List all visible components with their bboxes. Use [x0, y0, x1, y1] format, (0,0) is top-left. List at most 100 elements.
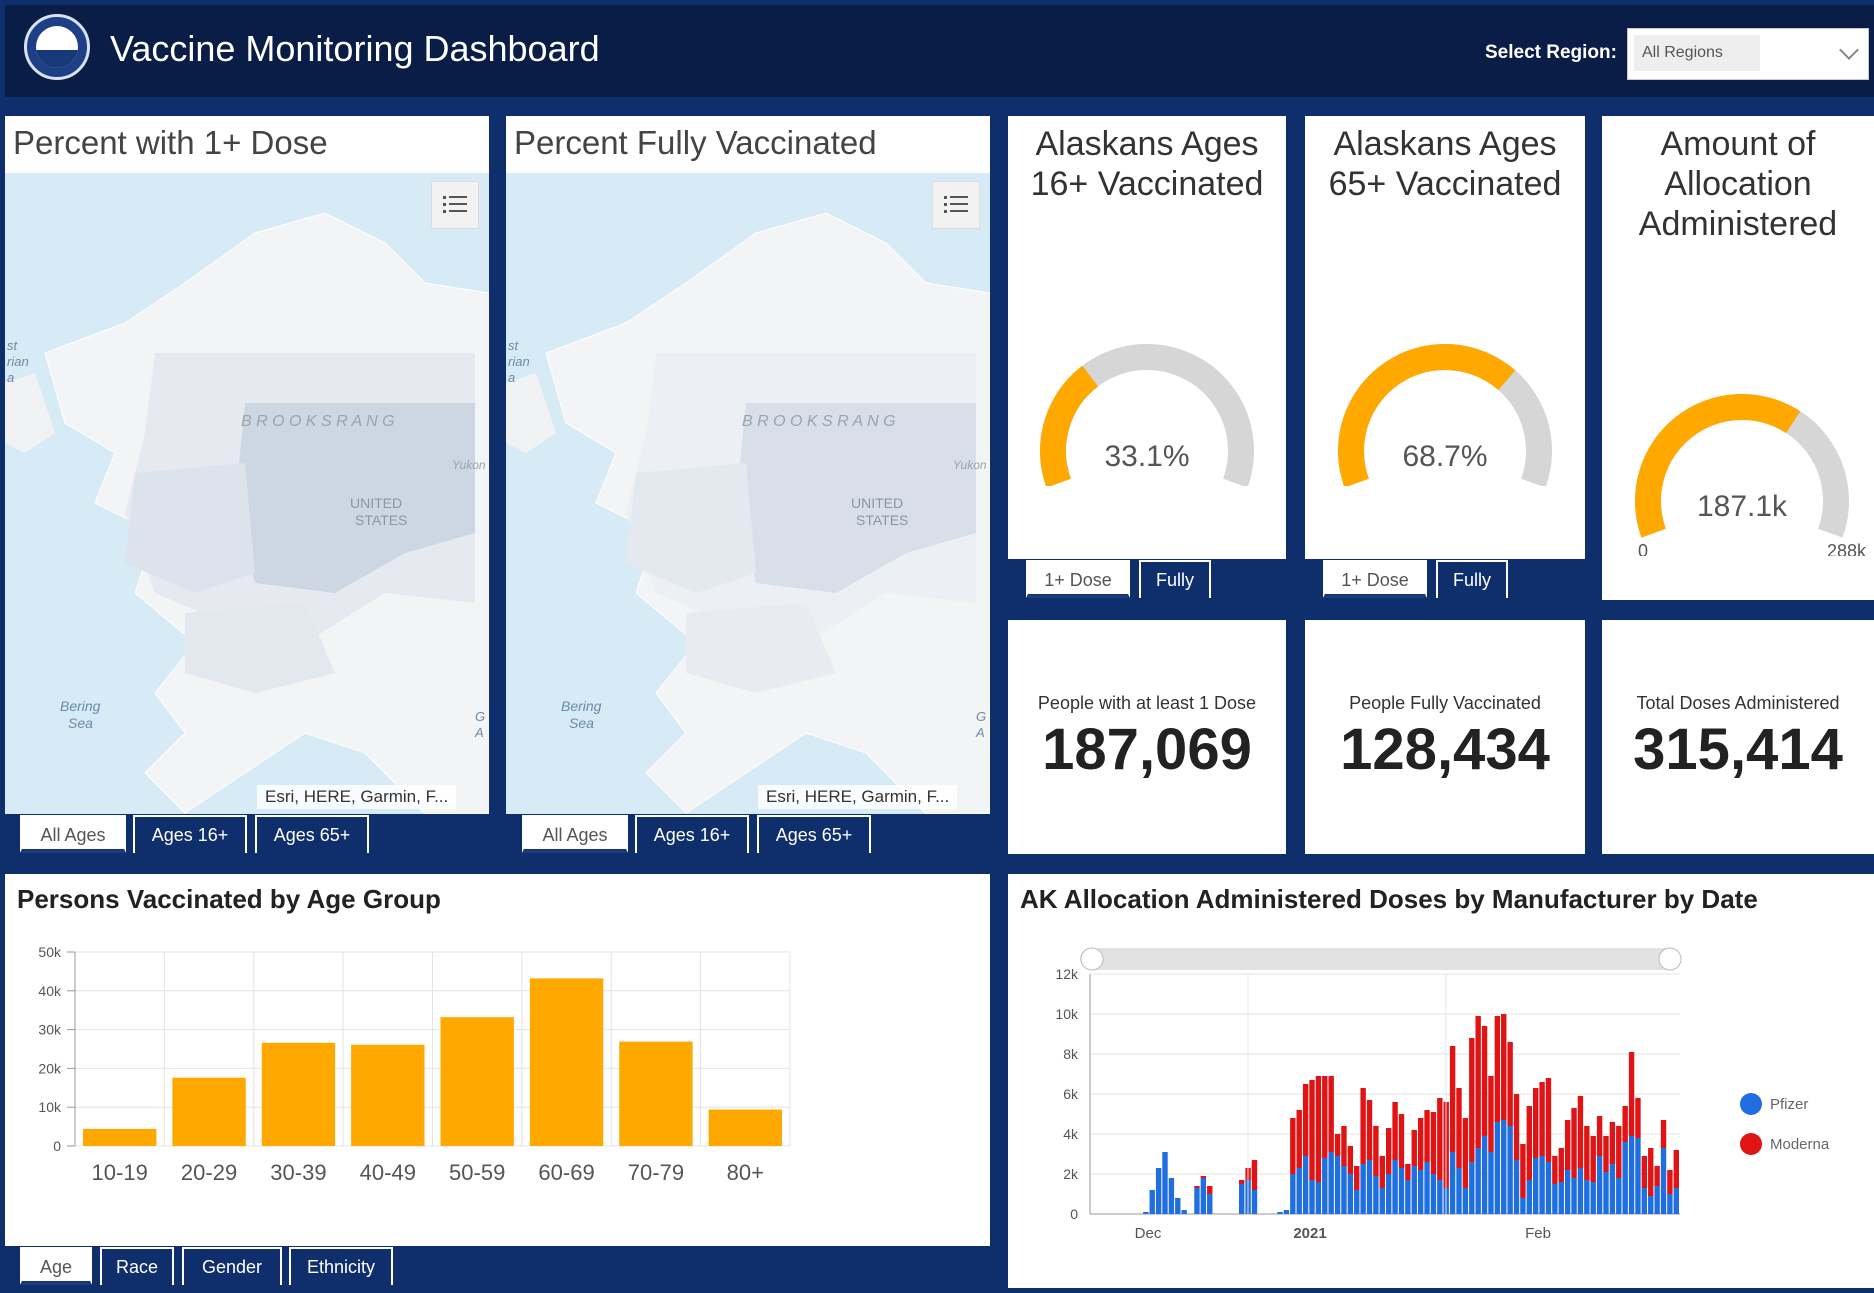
bar-moderna: [1469, 1038, 1475, 1162]
y-tick-label: 8k: [1063, 1046, 1079, 1062]
gauge-panel-16plus: Alaskans Ages 16+ Vaccinated 33.1%: [1008, 116, 1286, 559]
kpi-label: People with at least 1 Dose: [1037, 693, 1257, 713]
map-label-bering: Bering: [60, 698, 101, 714]
bar-pfizer: [1168, 1178, 1175, 1214]
bar-pfizer: [1513, 1160, 1520, 1214]
legend-list-icon[interactable]: [932, 181, 980, 229]
bar-moderna: [1513, 1094, 1520, 1160]
map-label-g: G: [976, 709, 986, 724]
map-label-g: G: [475, 709, 485, 724]
map-label-east: st: [508, 338, 520, 353]
bar-moderna: [1635, 1098, 1641, 1138]
bar-pfizer: [1194, 1188, 1200, 1214]
map-attribution[interactable]: Esri, HERE, Garmin, F...: [257, 785, 457, 809]
bar-moderna: [1558, 1148, 1564, 1182]
bar-moderna: [1654, 1166, 1660, 1186]
bar-pfizer: [1251, 1190, 1258, 1214]
bar-pfizer: [1596, 1156, 1603, 1214]
chevron-down-icon: [1839, 40, 1859, 60]
chart-title: AK Allocation Administered Doses by Manu…: [1020, 884, 1758, 914]
bar-pfizer: [1405, 1180, 1411, 1214]
bar-moderna: [1411, 1130, 1417, 1166]
map-label-us: UNITED: [350, 495, 402, 511]
bar-pfizer: [1660, 1148, 1667, 1214]
bar-moderna: [1449, 1046, 1456, 1152]
bar-moderna: [1347, 1146, 1354, 1174]
kpi-label: People Fully Vaccinated: [1349, 693, 1541, 713]
map-label-east: st: [7, 338, 19, 353]
bar-pfizer: [1488, 1152, 1494, 1214]
bar: [529, 978, 604, 1146]
bar-pfizer: [1309, 1180, 1315, 1214]
bar-moderna: [1596, 1116, 1603, 1156]
bar-pfizer: [1424, 1162, 1430, 1214]
range-slider-track: [1080, 948, 1680, 970]
bar-moderna: [1533, 1088, 1539, 1158]
map-label-siberian: rian: [508, 354, 530, 369]
bar-pfizer: [1449, 1152, 1456, 1214]
tab-fully[interactable]: Fully: [1139, 560, 1211, 598]
state-seal-logo: [24, 14, 90, 80]
tab-all-ages[interactable]: All Ages: [20, 815, 126, 853]
bar-moderna: [1456, 1088, 1462, 1168]
bar-moderna: [1622, 1106, 1628, 1142]
map-label-a: a: [508, 370, 515, 385]
bar-moderna: [1315, 1076, 1322, 1182]
bar-moderna: [1239, 1180, 1245, 1184]
range-slider-handle-left: [1080, 947, 1104, 971]
bar-moderna: [1379, 1156, 1385, 1188]
bar: [708, 1109, 782, 1146]
legend-list-icon[interactable]: [431, 181, 479, 229]
gauge-chart: 33.1%: [1040, 344, 1254, 486]
tab-ages-65[interactable]: Ages 65+: [757, 815, 871, 853]
tab-gender[interactable]: Gender: [182, 1247, 282, 1285]
alaska-map: B R O O K S R A N G UNITED STATES Bering…: [5, 173, 489, 814]
y-tick-label: 2k: [1063, 1166, 1079, 1182]
kpi-card-fully: People Fully Vaccinated 128,434: [1305, 620, 1585, 854]
bar-pfizer: [1667, 1194, 1673, 1214]
y-tick-label: 4k: [1063, 1126, 1079, 1142]
bar-moderna: [1386, 1128, 1392, 1174]
gauge-title-line2: Allocation: [1664, 165, 1812, 203]
tab-1-dose[interactable]: 1+ Dose: [1323, 560, 1427, 598]
bar-moderna: [1290, 1118, 1296, 1174]
map-title: Percent with 1+ Dose: [13, 124, 328, 161]
tab-ethnicity[interactable]: Ethnicity: [289, 1247, 393, 1285]
bar: [172, 1077, 246, 1146]
region-dropdown[interactable]: All Regions: [1627, 28, 1869, 80]
tab-ages-16[interactable]: Ages 16+: [133, 815, 247, 853]
tab-fully[interactable]: Fully: [1436, 560, 1508, 598]
map-attribution[interactable]: Esri, HERE, Garmin, F...: [758, 785, 958, 809]
map-label-yukon: Yukon: [953, 458, 987, 472]
tab-1-dose[interactable]: 1+ Dose: [1026, 560, 1130, 598]
map-label-yukon: Yukon: [452, 458, 486, 472]
bar-pfizer: [1398, 1168, 1405, 1214]
gauge-fill: [1040, 365, 1099, 486]
bar-pfizer: [1430, 1174, 1437, 1214]
bar-moderna: [1405, 1164, 1411, 1180]
bar-pfizer: [1641, 1188, 1648, 1214]
bar-moderna: [1475, 1016, 1481, 1148]
bar-moderna: [1673, 1150, 1679, 1188]
bar-moderna: [1437, 1098, 1443, 1180]
gauge-title-line1: Alaskans Ages: [1333, 125, 1557, 163]
map-view[interactable]: B R O O K S R A N G UNITED STATES Bering…: [5, 173, 489, 814]
tab-age[interactable]: Age: [20, 1247, 92, 1285]
map-label-brooks: B R O O K S R A N G: [241, 413, 395, 430]
tab-race[interactable]: Race: [100, 1247, 174, 1285]
map-label-bering: Bering: [561, 698, 602, 714]
tab-all-ages[interactable]: All Ages: [522, 815, 628, 853]
bar-moderna: [1590, 1136, 1596, 1182]
x-tick-label: Feb: [1525, 1225, 1551, 1242]
tab-ages-65[interactable]: Ages 65+: [255, 815, 369, 853]
bar-pfizer: [1328, 1152, 1334, 1214]
bar: [261, 1042, 336, 1146]
map-label-a2: A: [474, 725, 484, 740]
gauge-title-line1: Amount of: [1660, 125, 1816, 163]
map-view[interactable]: B R O O K S R A N G UNITED STATES Bering…: [506, 173, 990, 814]
bar-moderna: [1571, 1108, 1577, 1178]
bar-pfizer: [1552, 1184, 1558, 1214]
bar-pfizer: [1564, 1170, 1571, 1214]
range-slider-handle-right: [1658, 947, 1682, 971]
tab-ages-16[interactable]: Ages 16+: [635, 815, 749, 853]
